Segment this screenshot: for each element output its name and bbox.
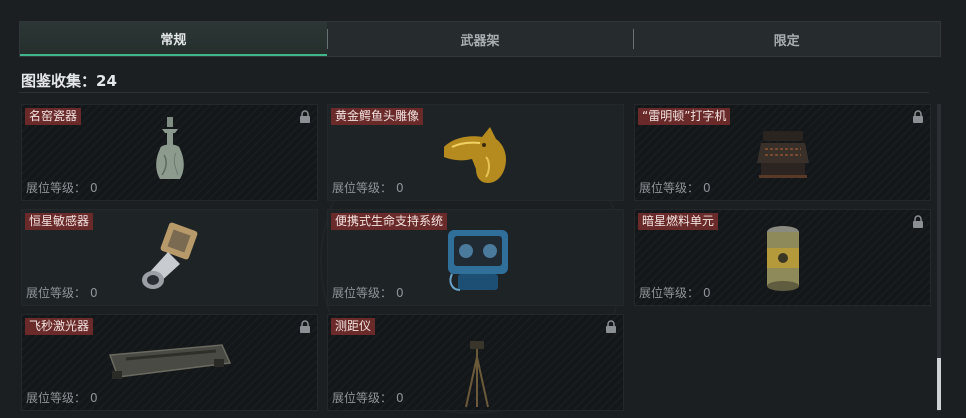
level-value: 0 [396,181,404,195]
item-card-porcelain[interactable]: 名窑瓷器 展位等级： 0 [21,104,318,201]
lock-icon [300,320,310,333]
exhibit-level: 展位等级： 0 [639,284,711,301]
category-tabs: 常规 武器架 限定 [19,21,941,57]
exhibit-level: 展位等级： 0 [26,179,98,196]
tab-limited[interactable]: 限定 [633,22,940,56]
level-label: 展位等级： [332,181,393,195]
item-card-laser[interactable]: 飞秒激光器 展位等级： 0 [21,314,318,411]
golden-crocodile-head-icon [444,127,506,183]
item-card-fuel-cell[interactable]: 暗星燃料单元 展位等级： 0 [634,209,931,306]
star-sensor-icon [142,222,198,289]
laser-device-icon [108,344,232,379]
porcelain-vase-icon [156,117,184,179]
exhibit-level: 展位等级： 0 [332,284,404,301]
divider [19,92,929,93]
lock-icon [606,320,616,333]
exhibit-level: 展位等级： 0 [26,284,98,301]
fuel-cell-icon [767,226,799,291]
item-name: “雷明顿”打字机 [638,108,731,125]
level-value: 0 [90,391,98,405]
item-card-typewriter[interactable]: “雷明顿”打字机 展位等级： 0 [634,104,931,201]
collection-value: 24 [96,72,117,90]
tab-weapon-rack[interactable]: 武器架 [326,22,634,56]
exhibit-level: 展位等级： 0 [332,389,404,406]
level-label: 展位等级： [332,286,393,300]
exhibit-level: 展位等级： 0 [639,179,711,196]
collection-label: 图鉴收集： [21,72,97,90]
item-name: 恒星敏感器 [25,213,94,230]
collection-count: 图鉴收集：24 [21,70,117,91]
level-label: 展位等级： [332,391,393,405]
level-value: 0 [90,286,98,300]
tab-regular[interactable]: 常规 [20,22,327,56]
item-card-golden-crocodile[interactable]: 黄金鳄鱼头雕像 展位等级： 0 [327,104,624,201]
level-label: 展位等级： [639,181,700,195]
lock-icon [913,215,923,228]
level-label: 展位等级： [26,181,87,195]
item-card-rangefinder[interactable]: 测距仪 展位等级： 0 [327,314,624,411]
level-value: 0 [396,286,404,300]
level-value: 0 [90,181,98,195]
level-label: 展位等级： [26,391,87,405]
exhibit-level: 展位等级： 0 [26,389,98,406]
rangefinder-tripod-icon [465,341,489,408]
item-name: 测距仪 [331,318,376,335]
typewriter-icon [757,131,809,178]
exhibit-level: 展位等级： 0 [332,179,404,196]
level-value: 0 [703,181,711,195]
item-name: 飞秒激光器 [25,318,94,335]
item-card-star-sensor[interactable]: 恒星敏感器 展位等级： 0 [21,209,318,306]
item-name: 名窑瓷器 [25,108,82,125]
scrollbar-thumb[interactable] [937,358,941,410]
lock-icon [913,110,923,123]
item-name: 黄金鳄鱼头雕像 [331,108,424,125]
item-card-life-support[interactable]: 便携式生命支持系统 展位等级： 0 [327,209,624,306]
level-value: 0 [703,286,711,300]
item-name: 便携式生命支持系统 [331,213,448,230]
level-label: 展位等级： [26,286,87,300]
lock-icon [300,110,310,123]
level-value: 0 [396,391,404,405]
item-name: 暗星燃料单元 [638,213,719,230]
level-label: 展位等级： [639,286,700,300]
life-support-system-icon [448,230,508,291]
